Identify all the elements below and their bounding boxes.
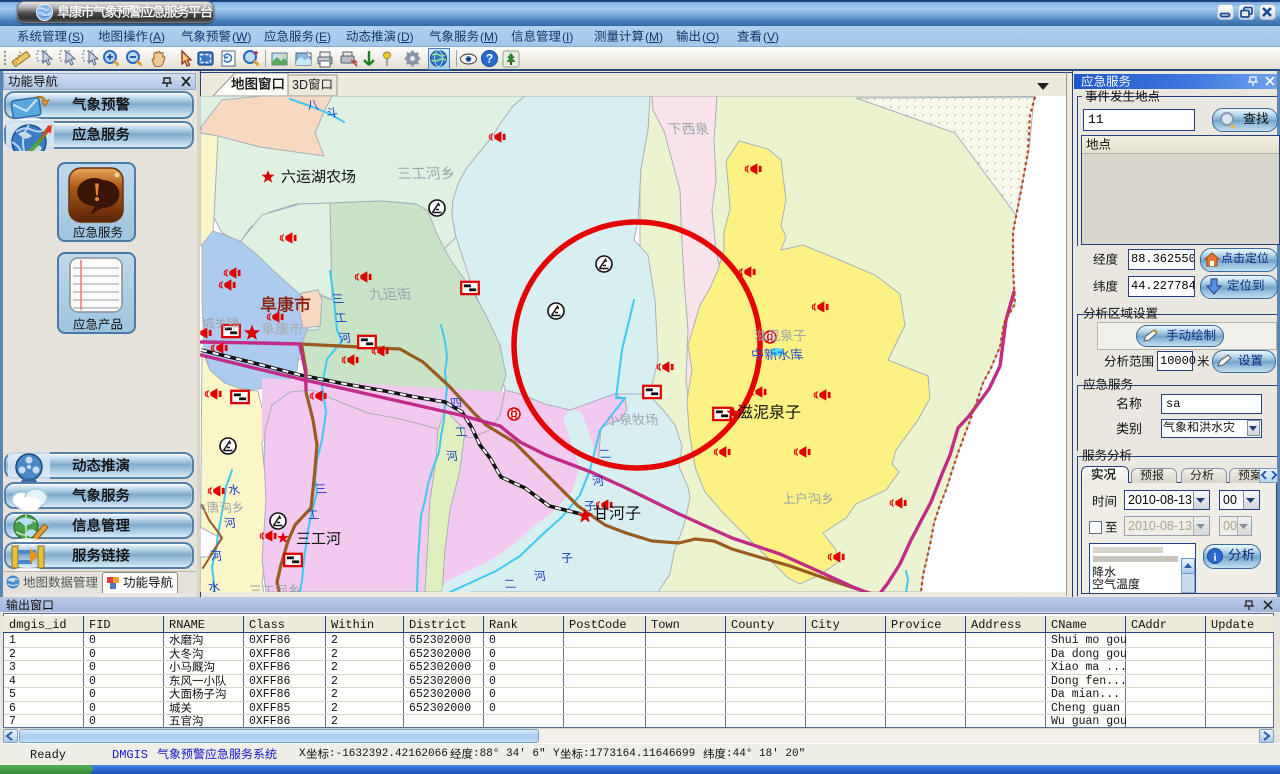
svg-text:i: i bbox=[1213, 552, 1216, 564]
svg-text:?: ? bbox=[486, 52, 493, 66]
svg-text:!: ! bbox=[93, 178, 102, 207]
